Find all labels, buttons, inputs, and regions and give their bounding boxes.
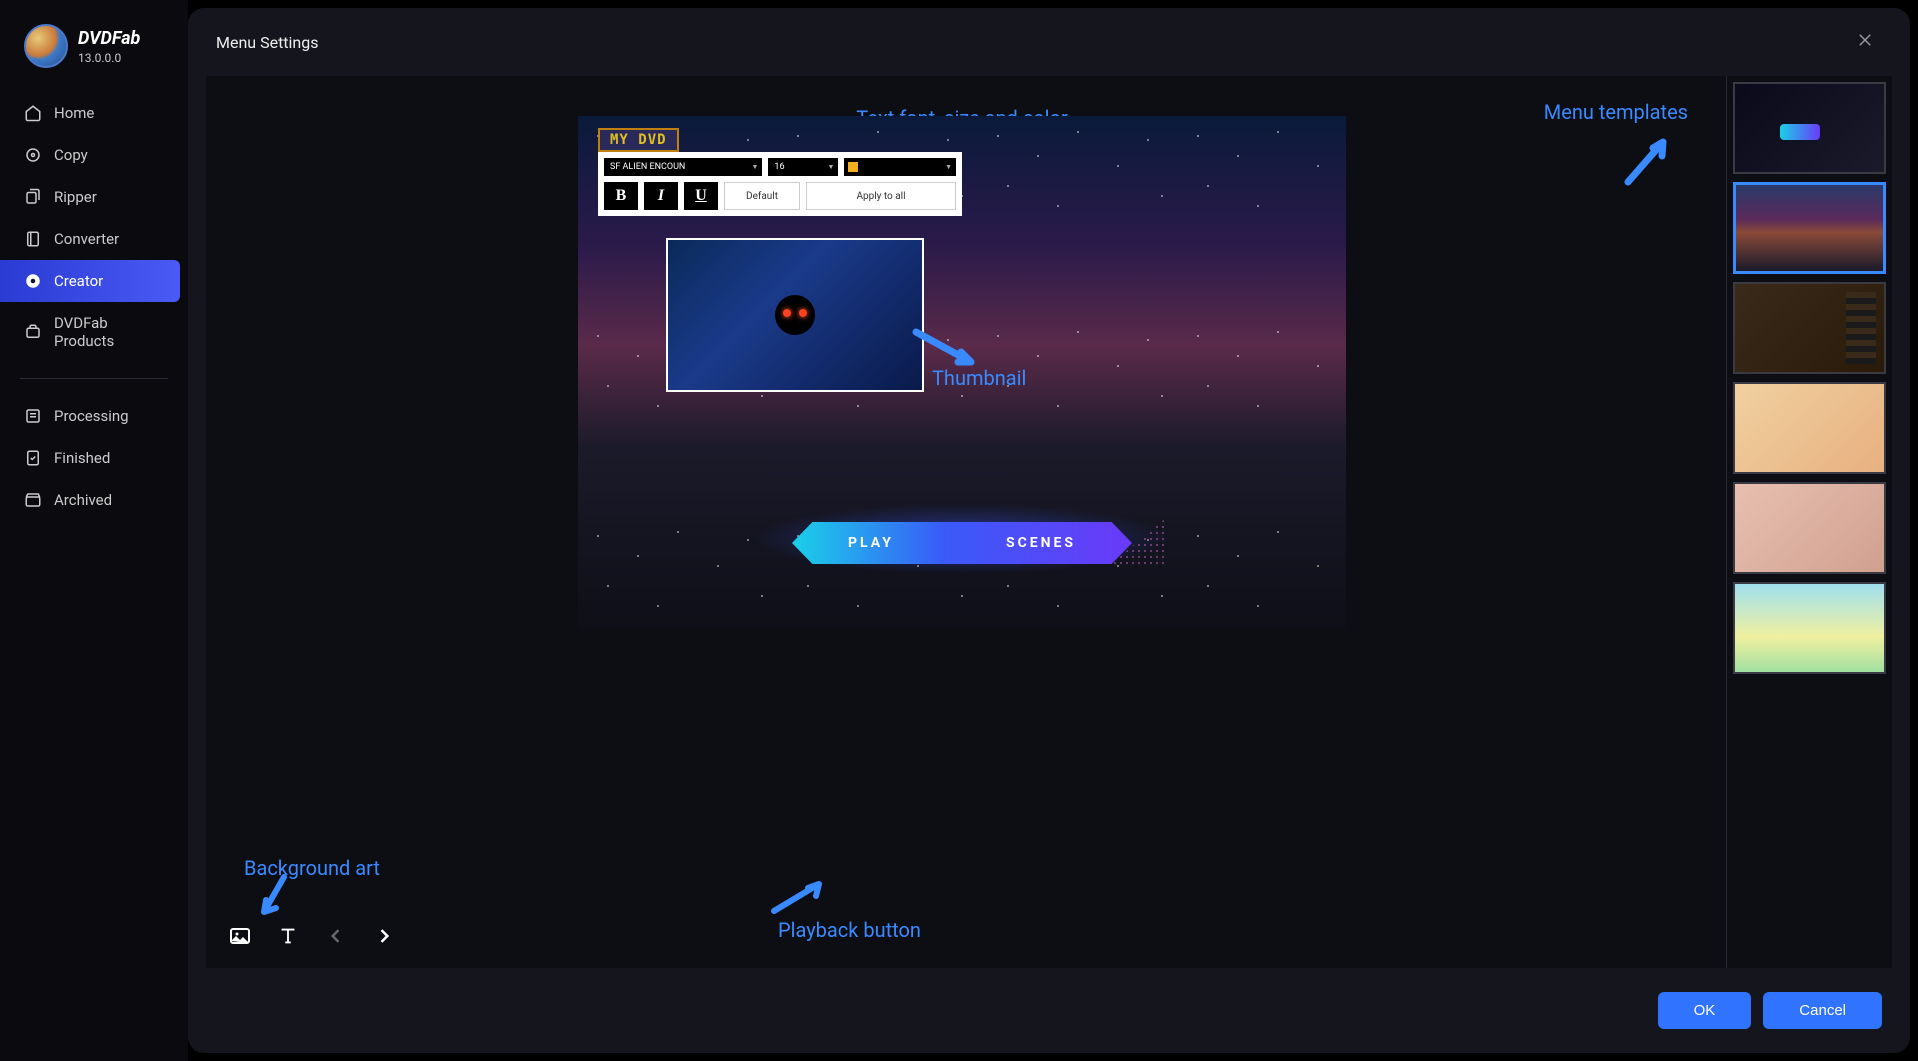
template-thumb-filmstrip[interactable] (1733, 282, 1886, 374)
video-thumbnail[interactable] (666, 238, 924, 392)
brand-name: DVDFab (78, 28, 140, 49)
background-image-button[interactable] (228, 924, 252, 948)
sidebar-item-label: Archived (54, 491, 112, 509)
sidebar-item-archived[interactable]: Archived (0, 479, 188, 521)
brand-logo-icon (24, 24, 68, 68)
cancel-button[interactable]: Cancel (1763, 992, 1882, 1029)
underline-button[interactable]: U (684, 182, 718, 210)
sidebar-item-label: Processing (54, 407, 129, 425)
arrow-icon (1618, 132, 1678, 192)
preview-area: Text font, size and color Menu templates… (206, 76, 1718, 968)
sidebar-item-copy[interactable]: Copy (0, 134, 188, 176)
bottom-toolbar (228, 924, 396, 948)
preview-canvas[interactable]: MY DVD SF ALIEN ENCOUN 16 B I U (578, 116, 1346, 628)
close-button[interactable] (1848, 26, 1882, 58)
text-format-toolbar: SF ALIEN ENCOUN 16 B I U Default Apply t… (598, 152, 962, 216)
brand-version: 13.0.0.0 (78, 51, 140, 65)
template-thumb-nebula[interactable] (1733, 182, 1886, 274)
thumbnail-character-icon (775, 295, 815, 335)
sidebar-item-creator[interactable]: Creator (0, 260, 180, 302)
sidebar-item-home[interactable]: Home (0, 92, 188, 134)
sidebar-item-label: Converter (54, 230, 119, 248)
sidebar-item-ripper[interactable]: Ripper (0, 176, 188, 218)
ripper-icon (24, 188, 42, 206)
text-tool-button[interactable] (276, 924, 300, 948)
sidebar: DVDFab 13.0.0.0 Home Copy Ripper Convert… (0, 0, 188, 1061)
sidebar-item-label: DVDFab Products (54, 314, 164, 350)
modal-title: Menu Settings (216, 33, 319, 52)
sidebar-item-processing[interactable]: Processing (0, 395, 188, 437)
arrow-icon (764, 876, 834, 916)
modal-body: Text font, size and color Menu templates… (206, 76, 1892, 968)
nav-secondary: Processing Finished Archived (0, 395, 188, 521)
default-button[interactable]: Default (724, 182, 800, 210)
apply-to-all-button[interactable]: Apply to all (806, 182, 956, 210)
font-select[interactable]: SF ALIEN ENCOUN (604, 158, 762, 176)
modal-area: Menu Settings Text font, size and color … (188, 0, 1918, 1061)
sidebar-item-label: Ripper (54, 188, 97, 206)
fontsize-select[interactable]: 16 (768, 158, 838, 176)
annotation-templates: Menu templates (1544, 100, 1688, 124)
close-icon (1856, 31, 1874, 49)
app-container: DVDFab 13.0.0.0 Home Copy Ripper Convert… (0, 0, 1918, 1061)
modal-header: Menu Settings (188, 8, 1910, 76)
finished-icon (24, 449, 42, 467)
template-thumb-kids-rainbow[interactable] (1733, 582, 1886, 674)
archived-icon (24, 491, 42, 509)
dvd-title-text[interactable]: MY DVD (598, 128, 679, 152)
brand-block: DVDFab 13.0.0.0 (0, 24, 188, 92)
templates-sidebar (1726, 76, 1892, 968)
menu-settings-modal: Menu Settings Text font, size and color … (188, 8, 1910, 1053)
template-thumb-birthday[interactable] (1733, 382, 1886, 474)
playback-bar: PLAY SCENES (792, 522, 1132, 564)
template-thumb-living-room[interactable] (1733, 482, 1886, 574)
sidebar-item-label: Home (54, 104, 94, 122)
nav-primary: Home Copy Ripper Converter Creator DVDFa… (0, 92, 188, 362)
bold-button[interactable]: B (604, 182, 638, 210)
prev-page-button[interactable] (324, 924, 348, 948)
annotation-playback: Playback button (778, 918, 921, 942)
sidebar-item-label: Creator (54, 272, 103, 290)
next-page-button[interactable] (372, 924, 396, 948)
fontcolor-select[interactable] (844, 158, 956, 176)
play-button[interactable]: PLAY (848, 535, 894, 551)
scenes-button[interactable]: SCENES (1006, 535, 1076, 551)
converter-icon (24, 230, 42, 248)
sidebar-item-finished[interactable]: Finished (0, 437, 188, 479)
creator-icon (24, 272, 42, 290)
copy-icon (24, 146, 42, 164)
products-icon (24, 323, 42, 341)
annotation-background: Background art (244, 856, 380, 880)
arrow-icon (254, 872, 294, 922)
sidebar-item-label: Copy (54, 146, 88, 164)
italic-button[interactable]: I (644, 182, 678, 210)
ok-button[interactable]: OK (1658, 992, 1752, 1029)
sidebar-item-label: Finished (54, 449, 110, 467)
nav-divider (20, 378, 168, 379)
processing-icon (24, 407, 42, 425)
sidebar-item-converter[interactable]: Converter (0, 218, 188, 260)
modal-footer: OK Cancel (188, 968, 1910, 1053)
home-icon (24, 104, 42, 122)
template-thumb-dark-neon[interactable] (1733, 82, 1886, 174)
sidebar-item-products[interactable]: DVDFab Products (0, 302, 188, 362)
color-swatch-icon (848, 162, 858, 172)
